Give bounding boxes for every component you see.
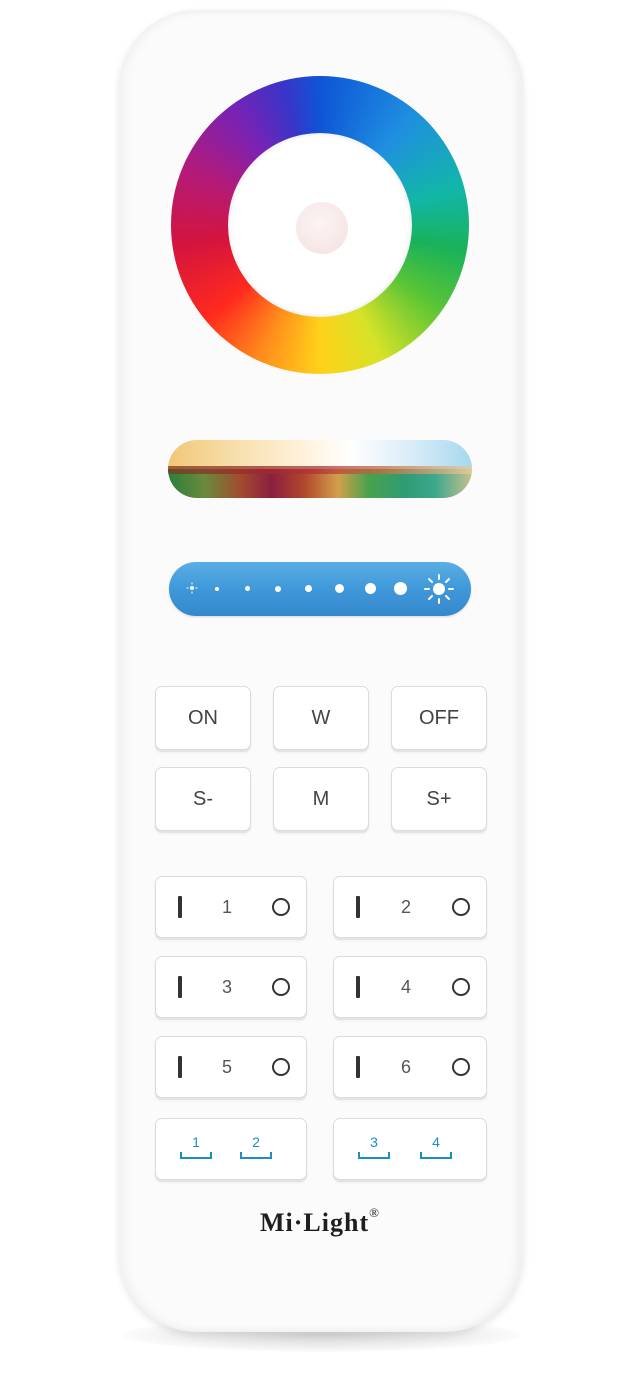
brightness-step-dot [365, 583, 376, 594]
low-brightness-icon [186, 582, 198, 594]
zone-number: 6 [400, 1056, 411, 1077]
zone-number: 2 [400, 896, 411, 917]
brightness-step-dot [275, 586, 281, 592]
speed-down-label: S- [193, 787, 213, 810]
power-off-icon [451, 978, 470, 996]
power-on-icon [356, 896, 360, 918]
zone-5-button[interactable]: 5 [155, 1036, 307, 1098]
scene-1-icon[interactable]: 1 [178, 1134, 214, 1162]
mode-button[interactable]: M [273, 767, 369, 831]
white-button-label: W [311, 706, 331, 729]
power-off-icon [451, 898, 470, 916]
brand-logo: Mi·Light® [0, 1205, 640, 1238]
off-button-label: OFF [419, 706, 459, 729]
zone-number: 5 [221, 1056, 232, 1077]
power-off-icon [271, 978, 290, 996]
color-temperature-slider[interactable] [168, 440, 472, 498]
speed-up-button[interactable]: S+ [391, 767, 487, 831]
brightness-step-dot [215, 587, 219, 591]
power-off-icon [451, 1058, 470, 1076]
power-on-icon [178, 1056, 182, 1078]
scene-button-1-2[interactable]: 1 2 [155, 1118, 307, 1180]
brightness-step-dot [394, 582, 407, 595]
color-wheel-touch-point[interactable] [296, 202, 348, 254]
speed-down-button[interactable]: S- [155, 767, 251, 831]
power-on-icon [356, 1056, 360, 1078]
speed-up-label: S+ [426, 787, 452, 810]
zone-1-button[interactable]: 1 [155, 876, 307, 938]
power-off-icon [271, 898, 290, 916]
zone-number: 3 [221, 976, 232, 997]
zone-number: 1 [221, 896, 232, 917]
scene-3-icon[interactable]: 3 [356, 1134, 392, 1162]
zone-4-button[interactable]: 4 [333, 956, 487, 1018]
brightness-step-dot [335, 584, 344, 593]
scene-button-3-4[interactable]: 3 4 [333, 1118, 487, 1180]
power-on-icon [178, 976, 182, 998]
scene-4-icon[interactable]: 4 [418, 1134, 454, 1162]
brightness-step-dot [245, 586, 250, 591]
gradient-blend [168, 465, 472, 474]
zone-2-button[interactable]: 2 [333, 876, 487, 938]
sun-icon [424, 574, 454, 604]
off-button[interactable]: OFF [391, 686, 487, 750]
brightness-step-dot [305, 585, 312, 592]
zone-number: 4 [400, 976, 411, 997]
power-off-icon [271, 1058, 290, 1076]
on-button[interactable]: ON [155, 686, 251, 750]
power-on-icon [178, 896, 182, 918]
registered-mark: ® [369, 1205, 380, 1221]
zone-3-button[interactable]: 3 [155, 956, 307, 1018]
scene-2-icon[interactable]: 2 [238, 1134, 274, 1162]
brand-name: Mi·Light [259, 1208, 370, 1237]
power-on-icon [356, 976, 360, 998]
on-button-label: ON [188, 706, 218, 729]
mode-button-label: M [312, 787, 330, 810]
zone-6-button[interactable]: 6 [333, 1036, 487, 1098]
white-button[interactable]: W [273, 686, 369, 750]
